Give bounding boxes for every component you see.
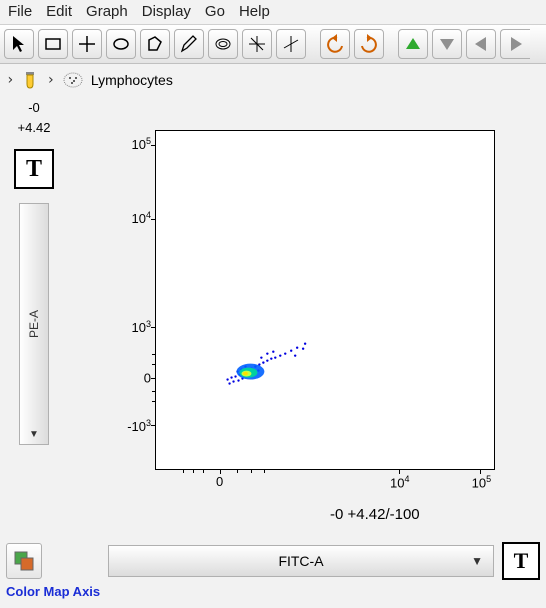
scatter-points <box>156 131 494 469</box>
y-axis-label: PE-A <box>27 310 41 338</box>
y-status-line1: -0 <box>28 100 40 116</box>
color-map-axis-label[interactable]: Color Map Axis <box>6 584 100 599</box>
tool-pointer[interactable] <box>4 29 34 59</box>
redo-button[interactable] <box>354 29 384 59</box>
tool-xhair-rot[interactable] <box>276 29 306 59</box>
tool-xhair-diag[interactable] <box>242 29 272 59</box>
toolbar <box>0 25 546 64</box>
tube-icon[interactable] <box>22 70 38 90</box>
menu-help[interactable]: Help <box>239 3 270 20</box>
y-axis-selector[interactable]: PE-A ▼ <box>19 203 49 445</box>
menu-bar: File Edit Graph Display Go Help <box>0 0 546 25</box>
x-axis-selector[interactable]: FITC-A ▼ <box>108 545 494 577</box>
nav-up[interactable] <box>398 29 428 59</box>
tool-rectangle[interactable] <box>38 29 68 59</box>
menu-graph[interactable]: Graph <box>86 3 128 20</box>
menu-go[interactable]: Go <box>205 3 225 20</box>
y-tick: -103 <box>127 418 151 434</box>
tool-pencil[interactable] <box>174 29 204 59</box>
menu-display[interactable]: Display <box>142 3 191 20</box>
color-map-button[interactable] <box>6 543 42 579</box>
nav-left[interactable] <box>466 29 496 59</box>
y-tick: 0 <box>144 371 151 386</box>
scatter-plot[interactable] <box>155 130 495 470</box>
chevron-icon[interactable]: › <box>46 72 54 88</box>
breadcrumb-label[interactable]: Lymphocytes <box>91 72 173 88</box>
x-tick: 105 <box>472 474 491 490</box>
scatter-icon[interactable] <box>63 72 83 88</box>
tool-contour[interactable] <box>208 29 238 59</box>
tool-ellipse[interactable] <box>106 29 136 59</box>
dropdown-icon: ▼ <box>29 429 39 440</box>
undo-button[interactable] <box>320 29 350 59</box>
dropdown-icon: ▼ <box>471 554 483 568</box>
menu-file[interactable]: File <box>8 3 32 20</box>
chevron-icon[interactable]: › <box>6 72 14 88</box>
breadcrumb: › › Lymphocytes <box>0 64 546 100</box>
y-tick: 105 <box>132 135 151 151</box>
y-tick: 103 <box>132 319 151 335</box>
nav-down[interactable] <box>432 29 462 59</box>
y-tick: 104 <box>132 210 151 226</box>
y-status-line2: +4.42 <box>18 120 51 136</box>
x-tick: 104 <box>390 474 409 490</box>
x-status: -0 +4.42/-100 <box>330 506 420 523</box>
x-tick: 0 <box>216 474 223 489</box>
nav-right[interactable] <box>500 29 530 59</box>
y-transform-button[interactable]: T <box>14 149 54 189</box>
y-tick-labels: 105 104 103 0 -103 <box>95 130 151 470</box>
x-axis-label: FITC-A <box>278 553 323 569</box>
menu-edit[interactable]: Edit <box>46 3 72 20</box>
x-tick-labels: 0 104 105 <box>155 474 495 494</box>
x-transform-button[interactable]: T <box>502 542 540 580</box>
tool-polygon[interactable] <box>140 29 170 59</box>
plot-area: -0 +4.42 T PE-A ▼ 105 104 103 0 -103 <box>0 100 546 104</box>
tool-crosshair[interactable] <box>72 29 102 59</box>
